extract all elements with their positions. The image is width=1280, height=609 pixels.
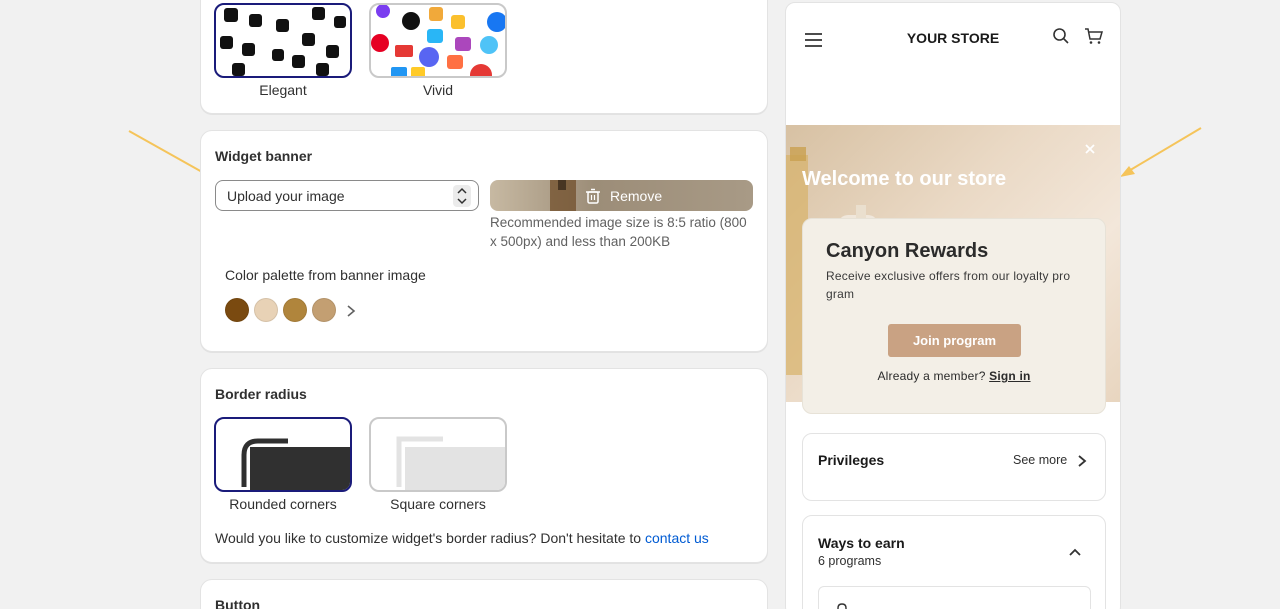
annotation-arrow-right (1120, 127, 1202, 177)
palette-swatch[interactable] (312, 298, 336, 322)
rewards-title: Canyon Rewards (826, 240, 989, 262)
remove-banner-button[interactable]: Remove (490, 180, 753, 211)
chevron-up-icon[interactable] (1068, 547, 1082, 557)
chevron-right-icon[interactable] (345, 304, 357, 318)
widget-banner-card: Widget banner Upload your image Remove R… (200, 130, 768, 352)
rounded-corners-option[interactable] (214, 417, 352, 492)
border-radius-help: Would you like to customize widget's bor… (215, 530, 709, 546)
border-radius-title: Border radius (215, 386, 307, 402)
join-program-button[interactable]: Join program (888, 324, 1021, 357)
elegant-style-option[interactable] (214, 3, 352, 78)
rewards-description: Receive exclusive offers from our loyalt… (826, 269, 1071, 301)
privileges-card[interactable]: Privileges See more (802, 433, 1106, 501)
square-corners-option[interactable] (369, 417, 507, 492)
ways-to-earn-title: Ways to earn (818, 535, 905, 551)
icon-style-card: Elegant Vivid (200, 0, 768, 114)
welcome-title: Welcome to our store (802, 168, 1007, 190)
recommended-size-text: Recommended image size is 8:5 ratio (800… (490, 215, 747, 249)
square-corners-preview (396, 436, 505, 490)
close-icon[interactable] (1084, 143, 1096, 155)
bell-icon (837, 603, 847, 609)
trash-icon (586, 188, 600, 204)
rounded-corners-preview (241, 438, 350, 490)
earn-program-item[interactable] (818, 586, 1091, 609)
cart-icon[interactable] (1084, 27, 1104, 45)
elegant-label: Elegant (259, 82, 307, 98)
sign-in-link[interactable]: Sign in (989, 369, 1030, 383)
privileges-label: Privileges (818, 452, 885, 468)
square-corners-label: Square corners (390, 496, 486, 512)
select-stepper[interactable] (453, 185, 471, 207)
chevron-right-icon (1078, 455, 1087, 467)
ways-to-earn-count: 6 programs (818, 554, 882, 568)
rewards-card: Canyon Rewards Receive exclusive offers … (802, 218, 1106, 414)
store-preview: YOUR STORE Welcome to our store Canyon R… (785, 2, 1121, 609)
chevron-up-down-icon (457, 187, 467, 205)
already-member-text: Already a member? (877, 369, 986, 383)
search-icon[interactable] (1052, 27, 1070, 45)
palette-title: Color palette from banner image (225, 267, 426, 283)
button-section-title: Button (215, 597, 261, 609)
button-card: Button (200, 579, 768, 609)
elegant-icons-preview (220, 7, 346, 76)
vivid-style-option[interactable] (369, 3, 507, 78)
upload-image-label: Upload your image (227, 188, 345, 204)
remove-label: Remove (610, 188, 663, 204)
widget-banner-title: Widget banner (215, 148, 313, 164)
palette-swatch[interactable] (254, 298, 278, 322)
border-radius-card: Border radius Rounded corners Square cor… (200, 368, 768, 563)
border-radius-help-text: Would you like to customize widget's bor… (215, 530, 642, 546)
already-member-line: Already a member? Sign in (803, 369, 1105, 383)
contact-us-link[interactable]: contact us (645, 530, 709, 546)
rounded-corners-label: Rounded corners (229, 496, 337, 512)
palette-swatch[interactable] (283, 298, 307, 322)
see-more-link[interactable]: See more (1013, 453, 1067, 467)
vivid-icons-preview (371, 5, 505, 76)
palette-swatch[interactable] (225, 298, 249, 322)
vivid-label: Vivid (422, 82, 454, 98)
upload-image-select[interactable]: Upload your image (215, 180, 479, 211)
ways-to-earn-card: Ways to earn 6 programs (802, 515, 1106, 609)
